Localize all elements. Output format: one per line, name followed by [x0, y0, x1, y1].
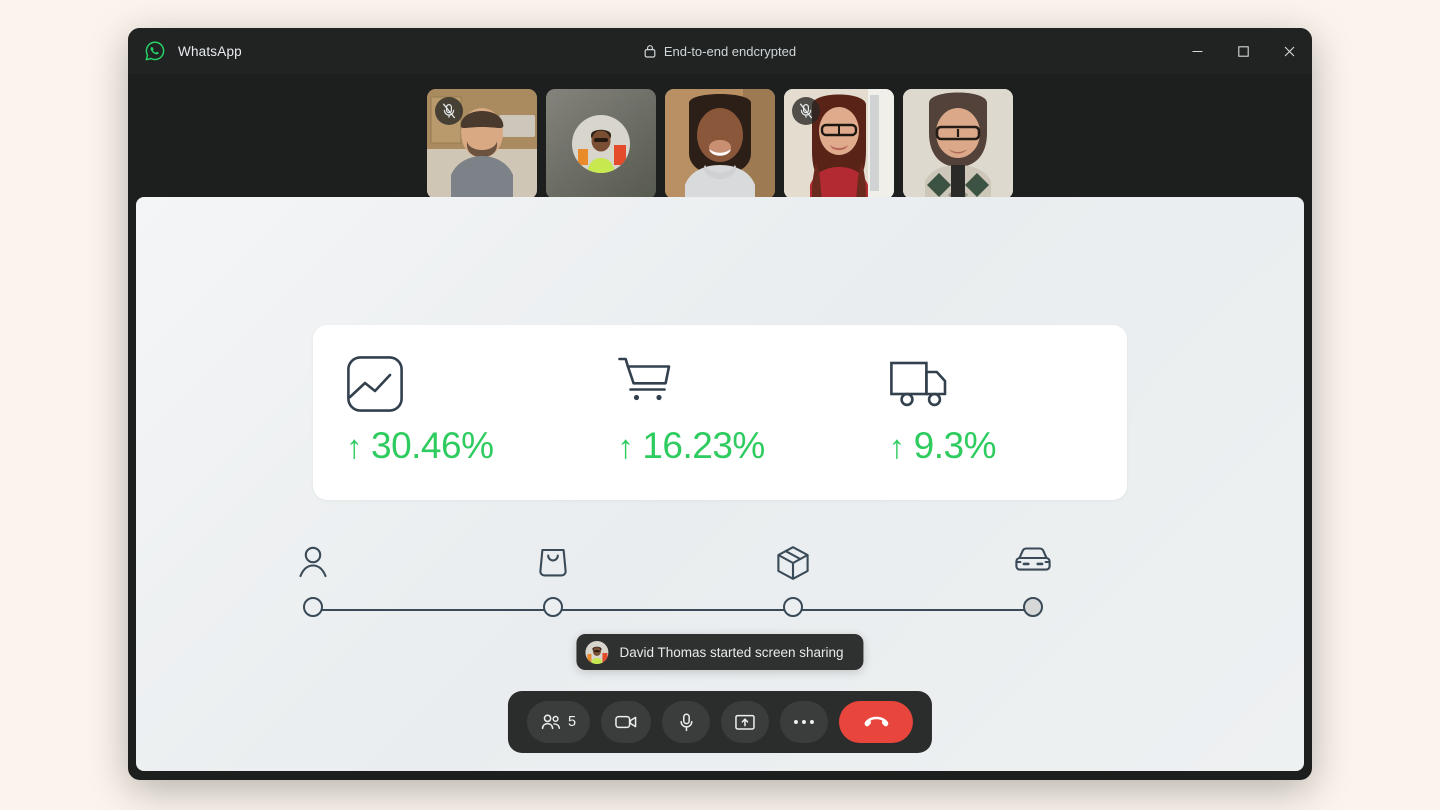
stepper-icons	[299, 545, 1051, 591]
metrics-card: ↑ 30.46% ↑ 16.23% ↑ 9.3%	[313, 325, 1127, 500]
microphone-muted-icon	[442, 103, 456, 119]
shopping-bag-icon	[538, 545, 568, 577]
metric-number: 9.3%	[913, 425, 997, 466]
participant-strip	[128, 74, 1312, 214]
person-icon	[298, 545, 328, 579]
window-controls	[1174, 28, 1312, 74]
shared-screen-stage: ↑ 30.46% ↑ 16.23% ↑ 9.3% David Thomas st…	[136, 197, 1304, 771]
stepper-node[interactable]	[1023, 597, 1043, 617]
lock-icon	[644, 44, 656, 58]
minimize-button[interactable]	[1174, 28, 1220, 74]
screen-share-toast: David Thomas started screen sharing	[576, 634, 864, 670]
whatsapp-logo-icon	[144, 40, 166, 62]
whatsapp-call-window: WhatsApp End-to-end endcrypted ↑ 30.46% …	[128, 28, 1312, 780]
mute-indicator	[792, 97, 820, 125]
stepper-track	[303, 597, 1043, 623]
participant-tile[interactable]	[546, 89, 656, 199]
app-brand: WhatsApp	[128, 40, 242, 62]
stepper-node[interactable]	[303, 597, 323, 617]
david-thomas-avatar	[585, 640, 609, 664]
maximize-button[interactable]	[1220, 28, 1266, 74]
metric-value: ↑ 30.46%	[346, 425, 584, 467]
shopping-cart-icon	[617, 353, 855, 415]
order-progress-stepper	[299, 545, 1051, 623]
metric-value: ↑ 16.23%	[617, 425, 855, 467]
encryption-label: End-to-end endcrypted	[663, 43, 797, 59]
participant-tile[interactable]	[784, 89, 894, 199]
participant-video	[903, 89, 1013, 199]
metric-item: ↑ 16.23%	[584, 325, 855, 500]
package-box-icon	[776, 545, 810, 581]
more-options-button[interactable]	[780, 701, 829, 743]
delivery-truck-icon	[889, 353, 1127, 415]
metric-number: 30.46%	[371, 425, 494, 466]
avatar	[572, 115, 630, 173]
video-camera-icon	[615, 715, 637, 729]
ellipsis-icon	[794, 720, 815, 724]
participant-tile[interactable]	[427, 89, 537, 199]
trend-up-arrow-icon: ↑	[346, 427, 363, 465]
metric-item: ↑ 30.46%	[313, 325, 584, 500]
car-icon	[1014, 545, 1052, 575]
participants-button[interactable]: 5	[526, 701, 591, 743]
stepper-node[interactable]	[783, 597, 804, 617]
screen-share-icon	[735, 714, 755, 730]
end-call-button[interactable]	[839, 701, 914, 743]
participant-tile[interactable]	[665, 89, 775, 199]
camera-button[interactable]	[601, 701, 652, 743]
encryption-indicator: End-to-end endcrypted	[128, 28, 1312, 74]
share-screen-button[interactable]	[721, 701, 770, 743]
mute-indicator	[435, 97, 463, 125]
toast-message: David Thomas started screen sharing	[619, 644, 844, 660]
track-line	[322, 609, 1024, 611]
people-icon	[541, 714, 561, 729]
metric-number: 16.23%	[642, 425, 765, 466]
hangup-phone-icon	[864, 716, 888, 727]
microphone-icon	[679, 712, 693, 731]
metric-item: ↑ 9.3%	[856, 325, 1127, 500]
app-name: WhatsApp	[178, 43, 242, 59]
participant-tile[interactable]	[903, 89, 1013, 199]
metric-value: ↑ 9.3%	[889, 425, 1127, 467]
call-control-bar: 5	[507, 691, 933, 753]
chart-image-icon	[346, 353, 584, 415]
close-button[interactable]	[1266, 28, 1312, 74]
trend-up-arrow-icon: ↑	[888, 427, 906, 465]
title-bar: WhatsApp End-to-end endcrypted	[128, 28, 1312, 74]
trend-up-arrow-icon: ↑	[617, 427, 634, 465]
microphone-button[interactable]	[662, 701, 711, 743]
participant-count: 5	[567, 714, 577, 730]
stepper-node[interactable]	[542, 597, 563, 617]
microphone-muted-icon	[799, 103, 813, 119]
participant-video	[665, 89, 775, 199]
